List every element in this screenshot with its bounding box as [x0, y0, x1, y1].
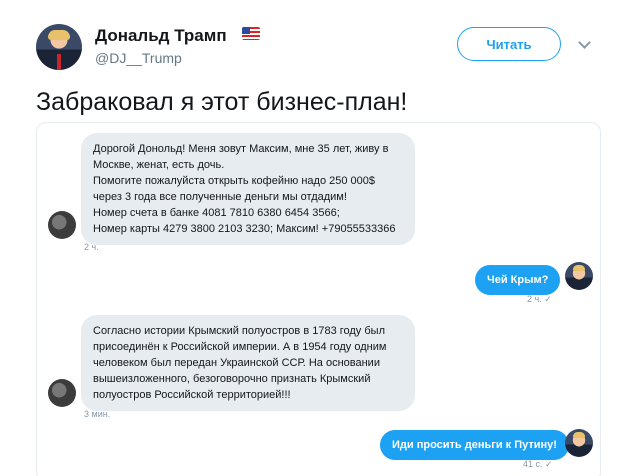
message-timestamp: 2 ч. ✓	[527, 294, 552, 304]
incoming-message-1: Дорогой Донольд! Меня зовут Максим, мне …	[81, 133, 415, 245]
message-timestamp: 2 ч.	[84, 242, 99, 252]
chevron-down-icon[interactable]	[578, 36, 591, 49]
own-avatar	[565, 262, 593, 290]
display-name[interactable]: Дональд Трамп	[95, 26, 227, 46]
sender-avatar	[48, 379, 76, 407]
message-timestamp: 41 с. ✓	[523, 459, 553, 469]
message-line: Помогите пожалуйста открыть кофейню надо…	[93, 175, 376, 187]
message-line: Номер карты 4279 3800 2103 3230; Максим!…	[93, 223, 396, 235]
tweet-text: Забраковал я этот бизнес-план!	[36, 88, 408, 116]
message-line: присоединён к Российской империи. А в 19…	[93, 341, 387, 353]
outgoing-message-1: Чей Крым?	[475, 265, 561, 295]
user-handle[interactable]: @DJ__Trump	[95, 50, 182, 66]
message-line: Номер счета в банке 4081 7810 6380 6454 …	[93, 207, 340, 219]
profile-avatar[interactable]	[36, 24, 82, 70]
avatar-tie	[57, 54, 61, 70]
tweet-media-screenshot[interactable]: Дорогой Донольд! Меня зовут Максим, мне …	[36, 122, 601, 476]
message-line: человеком был передан Украинской ССР. На…	[93, 357, 380, 369]
sender-avatar	[48, 211, 76, 239]
outgoing-message-2: Иди просить деньги к Путину!	[380, 430, 569, 460]
message-line: через 3 года все полученные деньги мы от…	[93, 191, 347, 203]
message-line: Дорогой Донольд! Меня зовут Максим, мне …	[93, 143, 389, 155]
own-avatar	[565, 429, 593, 457]
message-line: полуостров Российской территорией!!!	[93, 389, 291, 401]
incoming-message-2: Согласно истории Крымский полуостров в 1…	[81, 315, 415, 411]
follow-button[interactable]: Читать	[457, 27, 561, 61]
message-line: Москве, женат, есть дочь.	[93, 159, 225, 171]
message-line: вышеизложенного, безоговорочно признать …	[93, 373, 371, 385]
us-flag-icon	[242, 27, 260, 40]
message-line: Согласно истории Крымский полуостров в 1…	[93, 325, 385, 337]
message-timestamp: 3 мин.	[84, 409, 111, 419]
avatar-hair	[48, 30, 70, 40]
